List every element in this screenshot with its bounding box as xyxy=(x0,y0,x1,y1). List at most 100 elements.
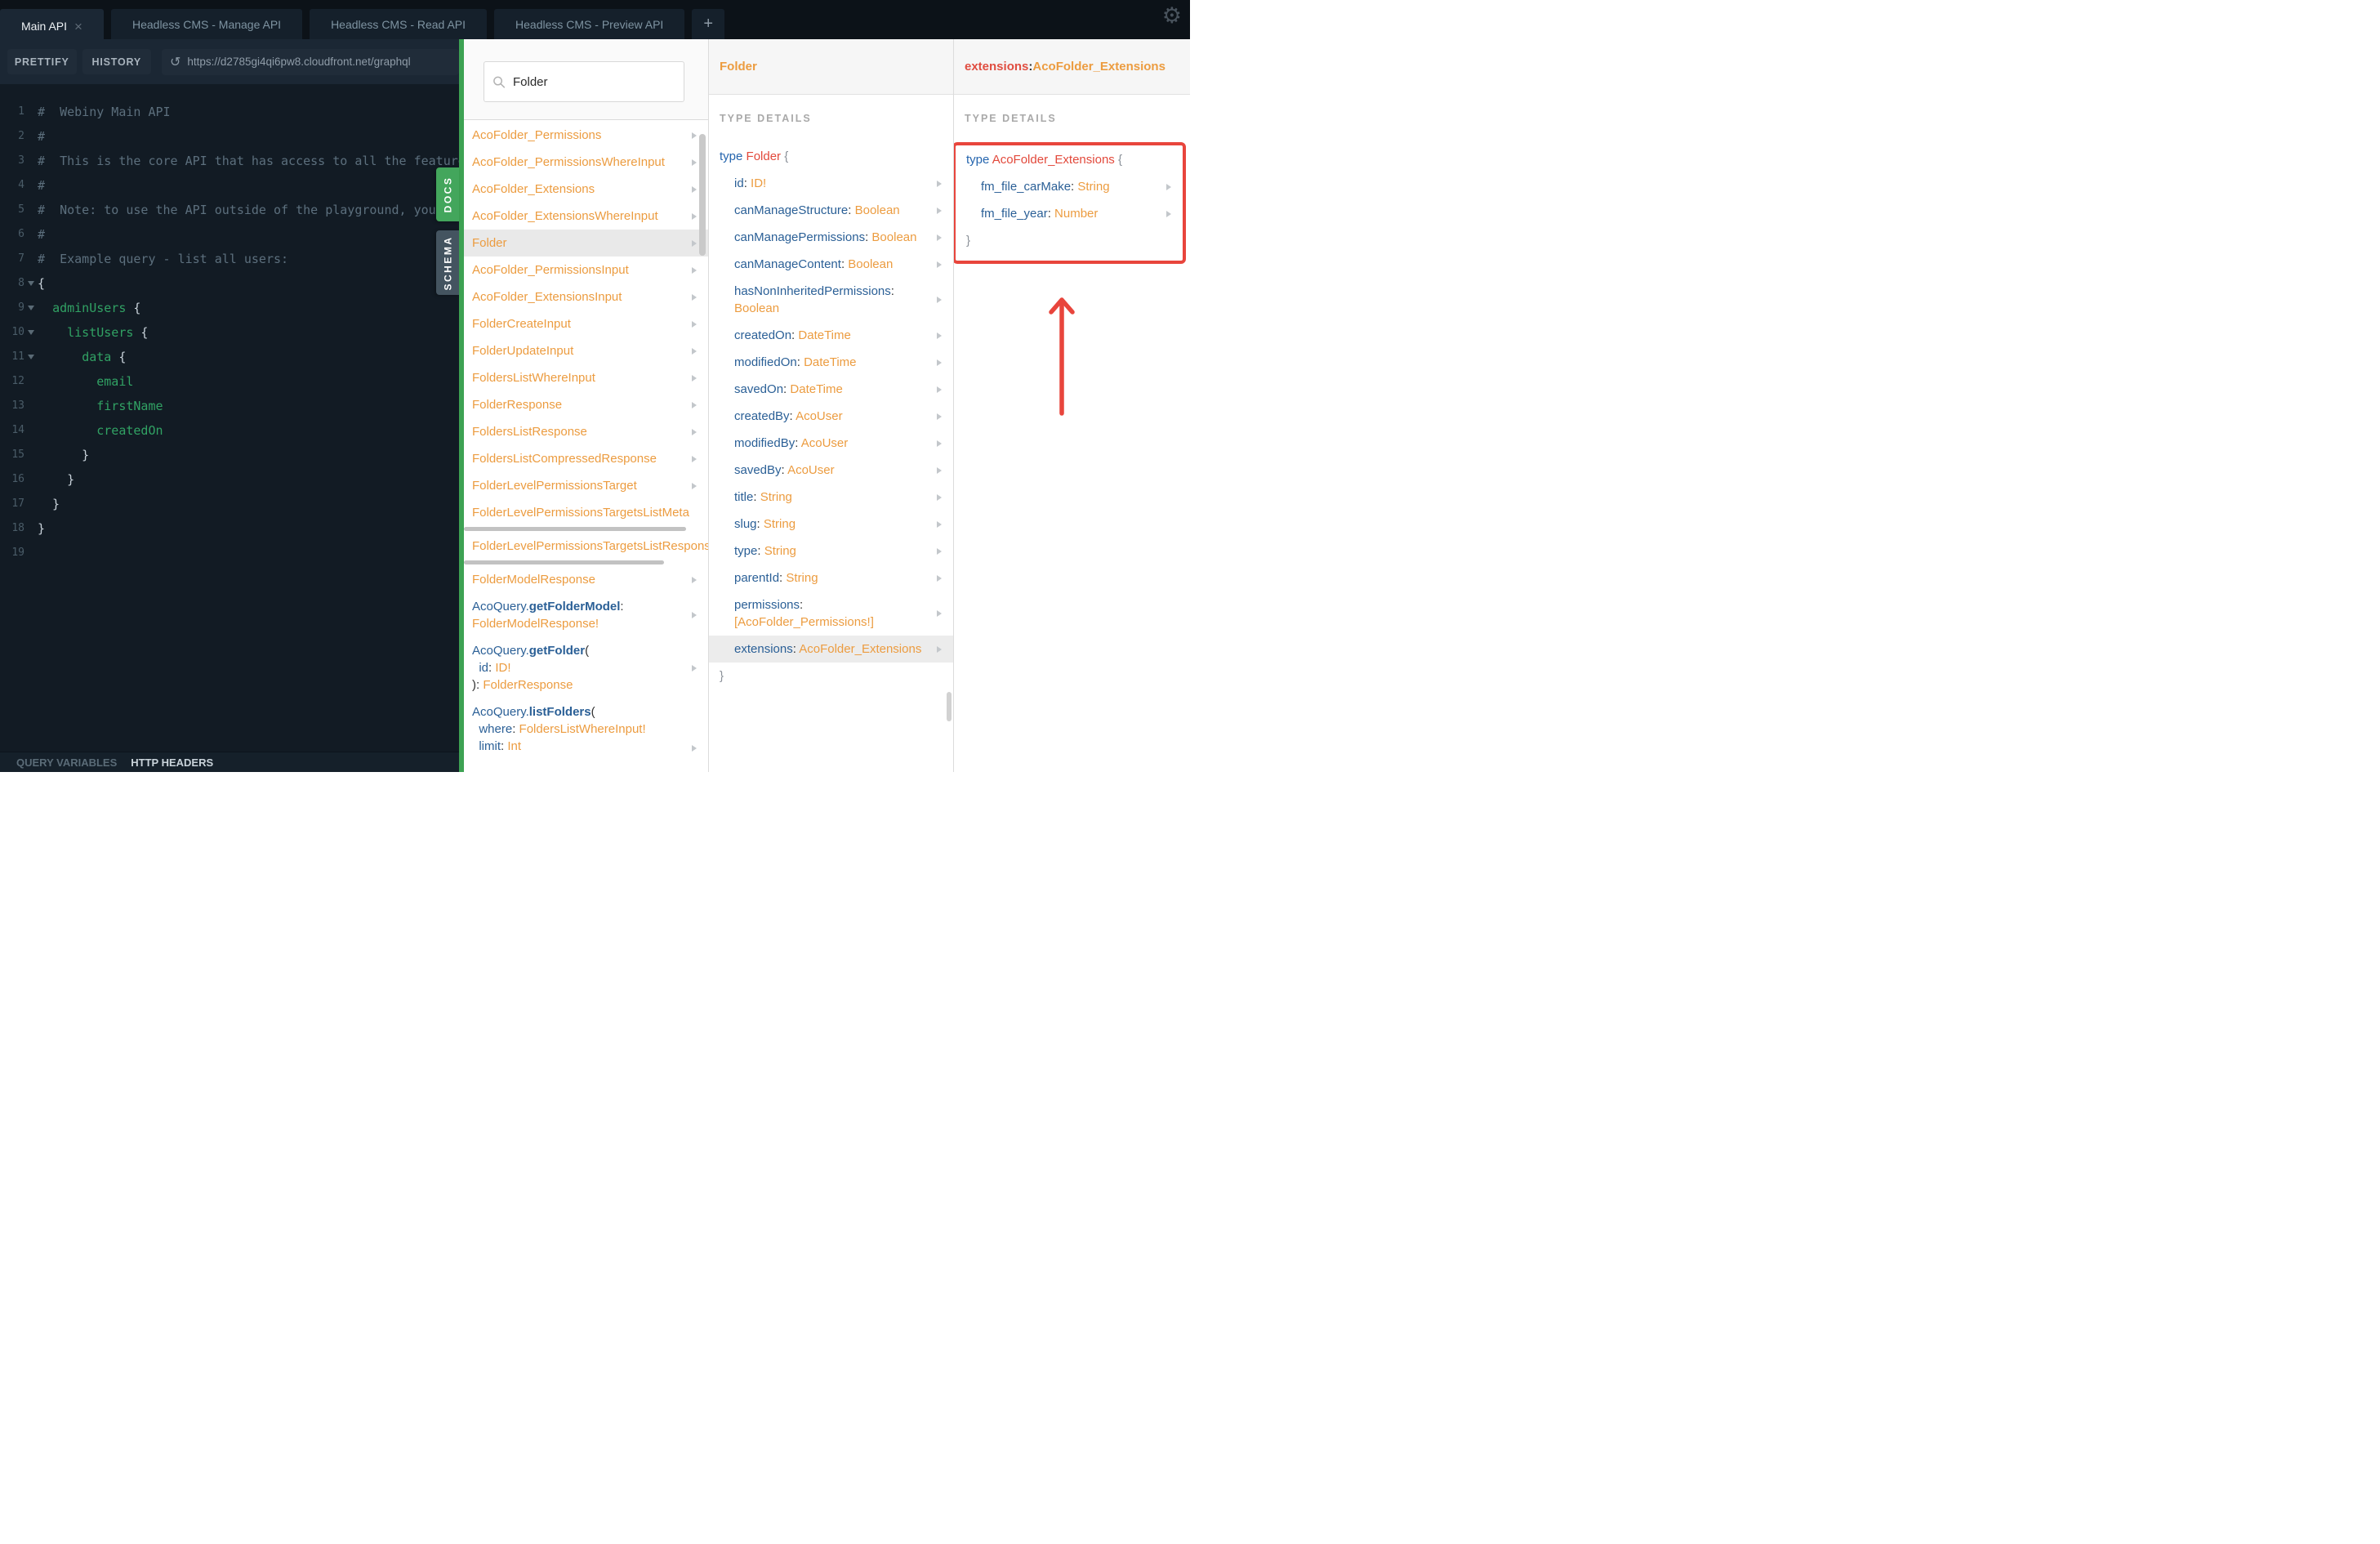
tab-headless-cms-read-api[interactable]: Headless CMS - Read API xyxy=(310,9,488,39)
expand-arrow-icon[interactable] xyxy=(937,610,942,617)
query-editor[interactable]: 1 # Webiny Main API 2 #3 # This is the core … xyxy=(0,84,459,752)
expand-arrow-icon[interactable] xyxy=(692,266,697,274)
doc-list-item[interactable]: FoldersListCompressedResponse xyxy=(464,445,708,472)
search-field[interactable] xyxy=(513,74,675,89)
expand-arrow-icon[interactable] xyxy=(1166,183,1171,190)
expand-arrow-icon[interactable] xyxy=(937,180,942,187)
close-tab-icon[interactable]: × xyxy=(74,20,82,33)
docs-search-input[interactable] xyxy=(484,61,684,102)
expand-arrow-icon[interactable] xyxy=(937,645,942,653)
reload-icon[interactable]: ↺ xyxy=(170,54,181,70)
expand-arrow-icon[interactable] xyxy=(692,482,697,489)
type-detail-row[interactable]: savedBy: AcoUser xyxy=(709,457,953,484)
type-detail-row[interactable]: } xyxy=(709,663,953,689)
doc-list-item[interactable]: FolderResponse xyxy=(464,391,708,418)
type-detail-row[interactable]: createdOn: DateTime xyxy=(709,322,953,349)
doc-list-item[interactable]: FolderUpdateInput xyxy=(464,337,708,364)
expand-arrow-icon[interactable] xyxy=(692,347,697,355)
expand-arrow-icon[interactable] xyxy=(692,455,697,462)
expand-arrow-icon[interactable] xyxy=(937,413,942,420)
query-variables-tab[interactable]: QUERY VARIABLES xyxy=(16,756,117,769)
expand-arrow-icon[interactable] xyxy=(937,547,942,555)
fold-arrow-icon[interactable] xyxy=(28,281,34,286)
doc-list-item[interactable]: AcoQuery.getFolder( id: ID!): FolderResp… xyxy=(464,637,708,698)
tab-headless-cms-manage-api[interactable]: Headless CMS - Manage API xyxy=(110,9,303,39)
expand-arrow-icon[interactable] xyxy=(937,386,942,393)
doc-list-item[interactable]: AcoFolder_PermissionsWhereInput xyxy=(464,149,708,176)
expand-arrow-icon[interactable] xyxy=(937,261,942,268)
type-panel-scrollbar[interactable] xyxy=(947,692,952,721)
expand-arrow-icon[interactable] xyxy=(937,297,942,303)
schema-side-tab[interactable]: SCHEMA xyxy=(436,230,459,295)
doc-list-item[interactable]: FoldersListResponse xyxy=(464,418,708,445)
doc-list-item[interactable]: AcoFolder_ExtensionsWhereInput xyxy=(464,203,708,230)
type-detail-row[interactable]: savedOn: DateTime xyxy=(709,376,953,403)
endpoint-url-input[interactable]: ↺ https://d2785gi4qi6pw8.cloudfront.net/… xyxy=(162,48,459,75)
expand-arrow-icon[interactable] xyxy=(1166,210,1171,217)
expand-arrow-icon[interactable] xyxy=(937,234,942,241)
expand-arrow-icon[interactable] xyxy=(692,612,697,618)
prettify-button[interactable]: PRETTIFY xyxy=(7,49,77,74)
expand-arrow-icon[interactable] xyxy=(937,466,942,474)
expand-arrow-icon[interactable] xyxy=(692,212,697,220)
doc-list-item[interactable]: Folder xyxy=(464,230,708,257)
type-detail-row[interactable]: } xyxy=(957,227,1183,254)
fold-arrow-icon[interactable] xyxy=(28,355,34,359)
expand-arrow-icon[interactable] xyxy=(937,440,942,447)
horizontal-scrollbar[interactable] xyxy=(464,527,686,531)
type-detail-row[interactable]: extensions: AcoFolder_Extensions xyxy=(709,636,953,663)
type-detail-row[interactable]: canManageContent: Boolean xyxy=(709,251,953,278)
doc-list-item[interactable]: FoldersListWhereInput xyxy=(464,364,708,391)
expand-arrow-icon[interactable] xyxy=(937,520,942,528)
history-button[interactable]: HISTORY xyxy=(82,49,151,74)
type-detail-row[interactable]: slug: String xyxy=(709,511,953,538)
type-detail-row[interactable]: id: ID! xyxy=(709,170,953,197)
doc-list-item[interactable]: AcoQuery.listFolders( where: FoldersList… xyxy=(464,698,708,760)
expand-arrow-icon[interactable] xyxy=(937,574,942,582)
type-detail-row[interactable]: type AcoFolder_Extensions { xyxy=(957,146,1183,173)
type-detail-row[interactable]: fm_file_year: Number xyxy=(957,200,1183,227)
expand-arrow-icon[interactable] xyxy=(692,132,697,139)
doc-list-item[interactable]: FolderCreateInput xyxy=(464,310,708,337)
type-detail-row[interactable]: type Folder { xyxy=(709,143,953,170)
expand-arrow-icon[interactable] xyxy=(692,185,697,193)
type-detail-row[interactable]: canManageStructure: Boolean xyxy=(709,197,953,224)
docs-side-tab[interactable]: DOCS xyxy=(436,167,459,221)
expand-arrow-icon[interactable] xyxy=(692,401,697,408)
expand-arrow-icon[interactable] xyxy=(692,428,697,435)
new-tab-button[interactable]: + xyxy=(692,9,725,39)
docs-scrollbar[interactable] xyxy=(699,134,706,256)
fold-arrow-icon[interactable] xyxy=(28,330,34,335)
type-detail-row[interactable]: modifiedOn: DateTime xyxy=(709,349,953,376)
expand-arrow-icon[interactable] xyxy=(692,664,697,672)
expand-arrow-icon[interactable] xyxy=(937,207,942,214)
doc-list-item[interactable]: AcoFolder_Extensions xyxy=(464,176,708,203)
fold-arrow-icon[interactable] xyxy=(28,306,34,310)
type-detail-row[interactable]: createdBy: AcoUser xyxy=(709,403,953,430)
expand-arrow-icon[interactable] xyxy=(692,576,697,583)
panel-divider[interactable] xyxy=(459,39,464,772)
type-detail-row[interactable]: hasNonInheritedPermissions: Boolean xyxy=(709,278,953,322)
doc-list-item[interactable]: FolderModelResponse xyxy=(464,566,708,593)
tab-main-api[interactable]: Main API × xyxy=(0,9,104,43)
tab-headless-cms-preview-api[interactable]: Headless CMS - Preview API xyxy=(494,9,685,39)
expand-arrow-icon[interactable] xyxy=(692,745,697,752)
horizontal-scrollbar[interactable] xyxy=(464,560,664,564)
doc-list-item[interactable]: FolderLevelPermissionsTargetsListMeta xyxy=(464,499,708,526)
settings-gear-icon[interactable]: ⚙ xyxy=(1162,3,1182,29)
doc-list-item[interactable]: AcoFolder_Permissions xyxy=(464,122,708,149)
type-detail-row[interactable]: canManagePermissions: Boolean xyxy=(709,224,953,251)
doc-list-item[interactable]: AcoFolder_PermissionsInput xyxy=(464,257,708,283)
expand-arrow-icon[interactable] xyxy=(692,320,697,328)
http-headers-tab[interactable]: HTTP HEADERS xyxy=(131,756,213,769)
expand-arrow-icon[interactable] xyxy=(692,293,697,301)
type-detail-row[interactable]: type: String xyxy=(709,538,953,564)
expand-arrow-icon[interactable] xyxy=(692,158,697,166)
expand-arrow-icon[interactable] xyxy=(692,374,697,382)
expand-arrow-icon[interactable] xyxy=(937,493,942,501)
type-detail-row[interactable]: parentId: String xyxy=(709,564,953,591)
doc-list-item[interactable]: AcoQuery.getFolderModel: FolderModelRespo… xyxy=(464,593,708,637)
expand-arrow-icon[interactable] xyxy=(937,359,942,366)
doc-list-item[interactable]: FolderLevelPermissionsTargetsListRespons… xyxy=(464,533,708,560)
doc-list-item[interactable]: AcoFolder_ExtensionsInput xyxy=(464,283,708,310)
